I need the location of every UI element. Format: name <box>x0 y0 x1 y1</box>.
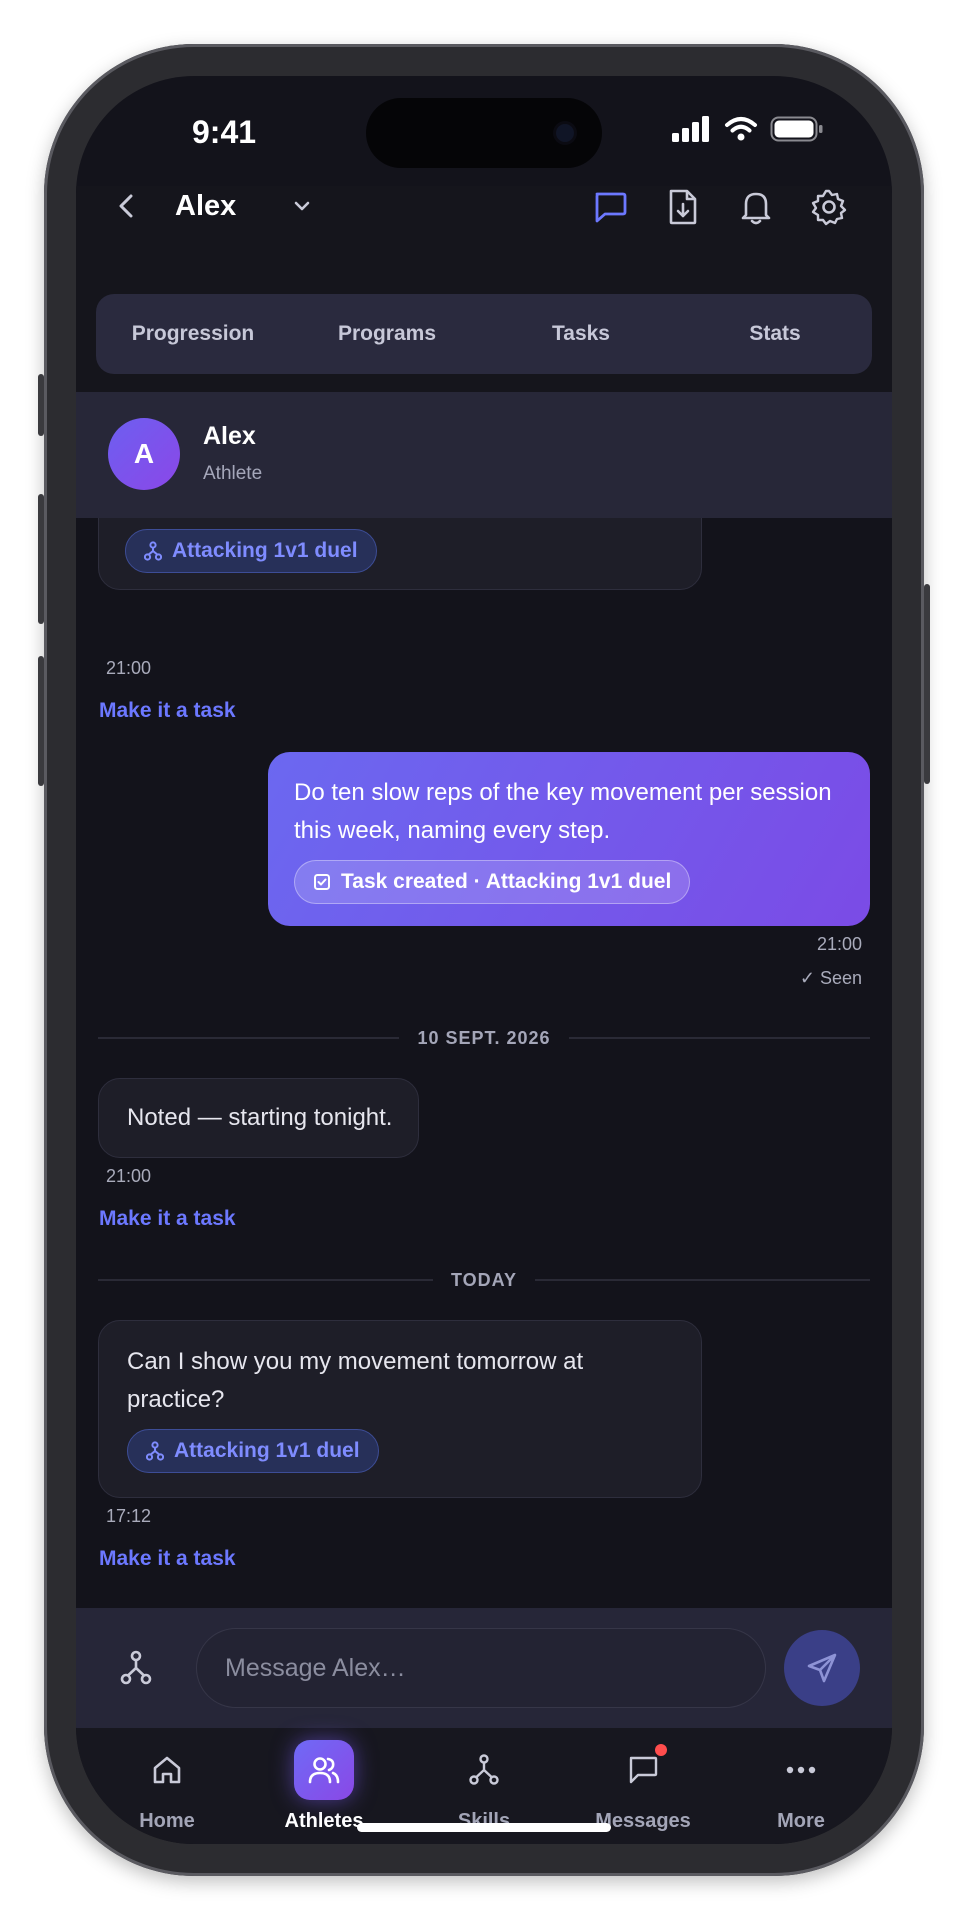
message-time: 17:12 <box>106 1506 152 1526</box>
send-button[interactable] <box>784 1630 860 1706</box>
make-task-link[interactable]: Make it a task <box>99 1547 236 1571</box>
task-chip-label: Task created · Attacking 1v1 duel <box>341 870 672 893</box>
nav-label: Athletes <box>284 1810 364 1832</box>
conversation-title[interactable]: Alex <box>175 186 236 226</box>
chat-icon <box>595 192 627 223</box>
dynamic-island <box>366 98 602 168</box>
status-icons <box>672 116 824 142</box>
gear-icon <box>811 189 847 226</box>
message-time: 21:00 <box>816 934 862 954</box>
make-task-link[interactable]: Make it a task <box>99 699 236 723</box>
tab-tasks[interactable]: Tasks <box>484 294 678 374</box>
message-time: 21:00 <box>106 658 152 678</box>
status-time: 9:41 <box>192 114 257 150</box>
nav-label: Home <box>139 1810 195 1832</box>
unread-badge <box>655 1744 667 1756</box>
tab-stats[interactable]: Stats <box>678 294 872 374</box>
file-download-icon <box>669 189 697 225</box>
tab-programs[interactable]: Programs <box>290 294 484 374</box>
back-button[interactable] <box>106 186 146 226</box>
message-bubble-outgoing: Do ten slow reps of the key movement per… <box>268 752 870 926</box>
volume-down-button <box>38 656 44 786</box>
message-time: 21:00 <box>106 1166 152 1186</box>
message-bubble-incoming: Can I show you my movement tomorrow at p… <box>98 1320 702 1498</box>
skill-tree-icon <box>144 541 162 561</box>
nav-icon-wrap <box>454 1740 514 1800</box>
nav-home[interactable]: Home <box>97 1740 237 1844</box>
nav-icon-wrap <box>771 1740 831 1800</box>
camera-icon <box>556 124 574 142</box>
divider-line <box>568 1037 870 1039</box>
divider-line <box>98 1037 400 1039</box>
message-thread[interactable]: Attacking 1v1 duel 21:00 Make it a task … <box>76 518 892 1608</box>
tab-progression[interactable]: Progression <box>96 294 290 374</box>
date-label: TODAY <box>450 1269 518 1290</box>
skill-chip[interactable]: Attacking 1v1 duel <box>127 1429 379 1473</box>
athlete-name: Alex <box>203 422 256 450</box>
power-button <box>924 584 930 784</box>
date-label: 10 SEPT. 2026 <box>417 1027 551 1048</box>
checkbox-icon <box>314 874 330 890</box>
chat-view-button[interactable] <box>587 184 633 230</box>
athlete-role: Athlete <box>203 463 263 484</box>
skill-chip-label: Attacking 1v1 duel <box>172 539 358 562</box>
message-text: Can I show you my movement tomorrow at p… <box>127 1348 584 1413</box>
athlete-header[interactable] <box>76 392 892 518</box>
skill-tree-icon <box>146 1441 164 1461</box>
export-button[interactable] <box>660 184 706 230</box>
date-divider: 10 SEPT. 2026 <box>98 1025 870 1051</box>
volume-up-button <box>38 494 44 624</box>
wifi-icon <box>725 117 757 141</box>
chevron-left-icon <box>119 194 133 218</box>
skill-tree-icon <box>120 1650 152 1685</box>
message-text: Do ten slow reps of the key movement per… <box>294 779 832 844</box>
users-icon <box>308 1757 340 1784</box>
notifications-button[interactable] <box>733 184 779 230</box>
title-dropdown-button[interactable] <box>282 186 322 226</box>
more-icon <box>786 1766 816 1774</box>
send-icon <box>807 1653 837 1683</box>
battery-icon <box>770 116 823 142</box>
nav-label: More <box>777 1810 825 1832</box>
message-composer: Message Alex… <box>76 1608 892 1728</box>
message-bubble-incoming: Attacking 1v1 duel <box>98 518 702 590</box>
settings-button[interactable] <box>806 184 852 230</box>
attach-skill-button[interactable] <box>110 1642 162 1694</box>
app-screen: 9:41 Alex Progression Programs Tasks Sta… <box>76 76 892 1844</box>
skill-chip-label: Attacking 1v1 duel <box>174 1439 360 1462</box>
nav-icon-wrap <box>613 1740 673 1800</box>
date-divider: TODAY <box>98 1267 870 1293</box>
nav-icon-wrap <box>294 1740 354 1800</box>
chevron-down-icon <box>294 201 310 211</box>
chat-icon <box>629 1756 658 1784</box>
nav-more[interactable]: More <box>731 1740 871 1844</box>
skill-chip[interactable]: Attacking 1v1 duel <box>125 529 377 573</box>
silent-switch <box>38 374 44 436</box>
task-created-chip[interactable]: Task created · Attacking 1v1 duel <box>294 860 691 904</box>
divider-line <box>98 1279 433 1281</box>
section-tabs: Progression Programs Tasks Stats <box>96 294 872 374</box>
nav-icon-wrap <box>137 1740 197 1800</box>
avatar[interactable]: A <box>108 418 180 490</box>
make-task-link[interactable]: Make it a task <box>99 1207 236 1231</box>
message-placeholder: Message Alex… <box>225 1653 406 1682</box>
message-text: Noted — starting tonight. <box>127 1104 393 1131</box>
home-icon <box>153 1756 181 1784</box>
signal-icon <box>672 116 709 142</box>
message-bubble-incoming: Noted — starting tonight. <box>98 1078 420 1158</box>
message-input[interactable]: Message Alex… <box>196 1628 766 1708</box>
read-receipt: ✓ Seen <box>799 968 862 988</box>
bell-icon <box>741 192 771 225</box>
home-indicator[interactable] <box>357 1823 611 1832</box>
skill-tree-icon <box>469 1754 499 1785</box>
divider-line <box>535 1279 870 1281</box>
